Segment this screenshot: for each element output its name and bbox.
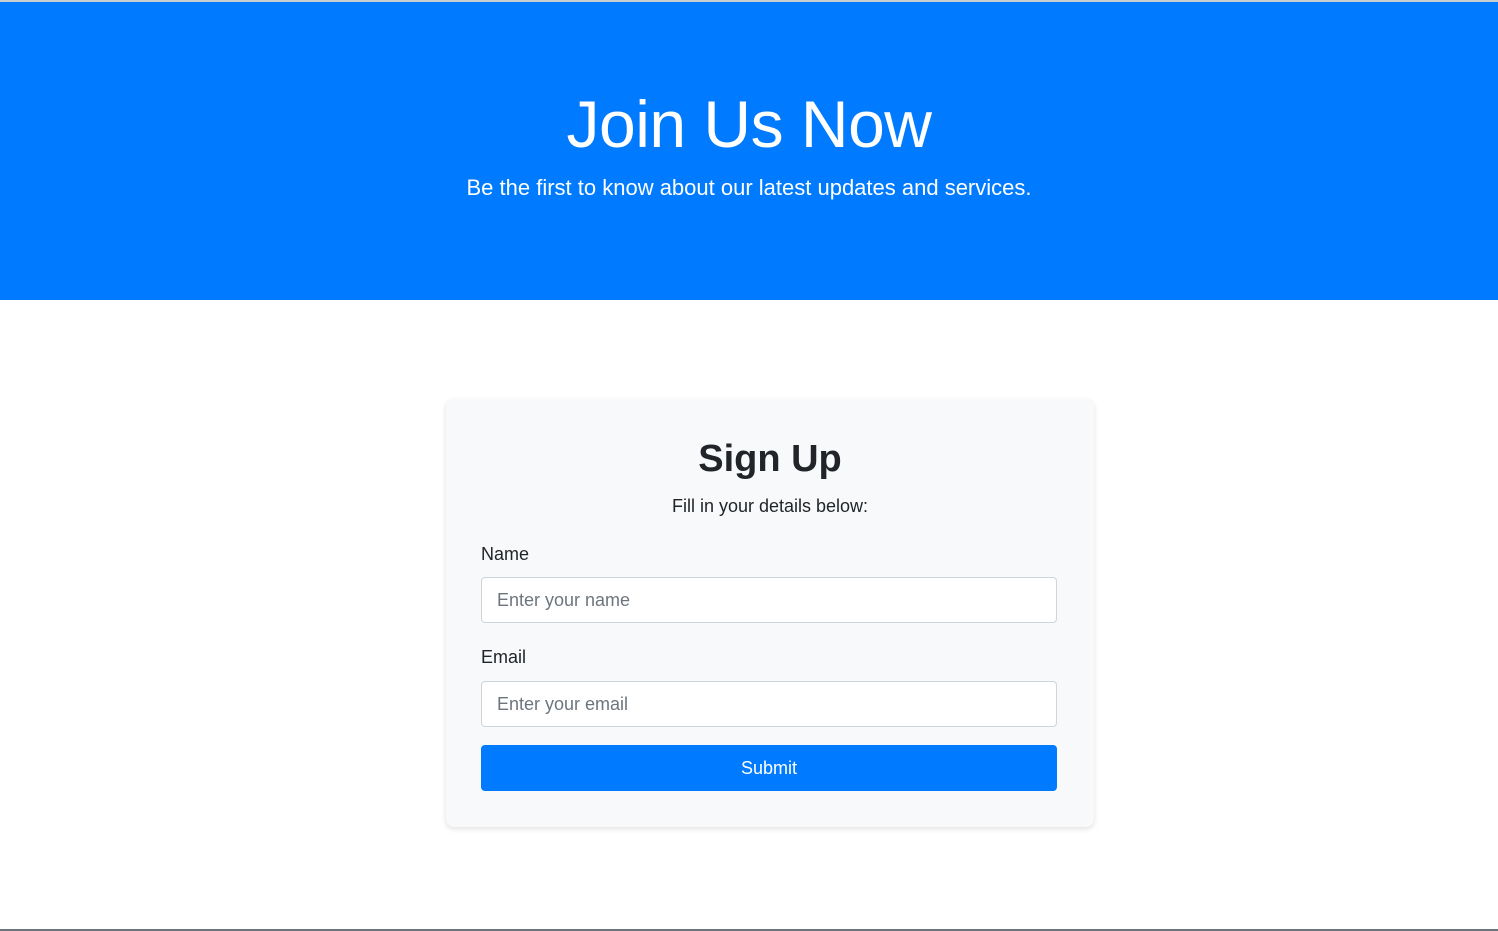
hero-title: Join Us Now <box>566 87 932 161</box>
hero-subtitle: Be the first to know about our latest up… <box>466 175 1032 200</box>
email-input[interactable] <box>481 681 1057 727</box>
signup-title: Sign Up <box>698 438 842 480</box>
email-label: Email <box>481 647 527 667</box>
hero-banner: Join Us Now Be the first to know about o… <box>0 2 1498 300</box>
submit-button[interactable]: Submit <box>481 745 1057 791</box>
signup-subtitle: Fill in your details below: <box>671 496 869 516</box>
name-label: Name <box>481 544 530 564</box>
name-input[interactable] <box>481 577 1057 623</box>
signup-card: Sign Up Fill in your details below: Name… <box>446 399 1094 827</box>
